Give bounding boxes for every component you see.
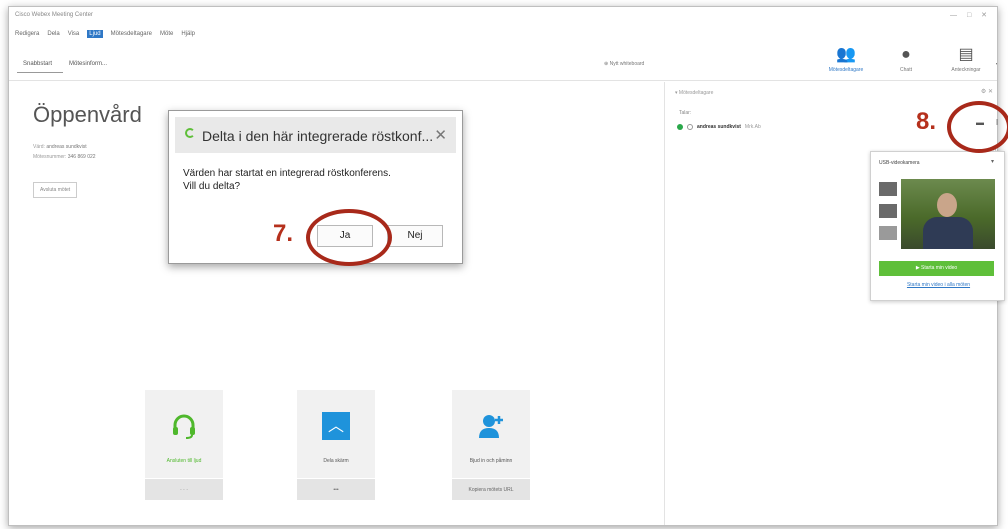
participants-panel-title: ▾ Mötesdeltagare [675,90,714,96]
person-body [923,217,973,249]
participant-row[interactable]: andreas sundkvist Mrk.Ab [677,124,761,130]
participant-name: andreas sundkvist [697,124,741,130]
toolbar-notes-label: Anteckningar [951,67,981,73]
audio-options[interactable]: · · · [145,478,223,500]
start-my-video-button[interactable]: ▶ Starta min video [879,261,994,276]
video-thumbnail [879,204,897,218]
participant-suffix: Mrk.Ab [744,124,761,130]
annotation-ring-camera [947,101,1008,153]
tab-motesinfo[interactable]: Mötesinform... [69,61,107,67]
video-thumbnail [879,182,897,196]
participants-icon: 👥 [836,46,856,63]
invite-card[interactable]: Bjud in och påminn Kopiera mötets URL [452,390,530,500]
new-whiteboard-label: Nytt whiteboard [609,61,645,67]
loading-spinner-icon [185,128,195,138]
copy-url-link[interactable]: Kopiera mötets URL [452,478,530,500]
dialog-header: Delta i den här integrerade röstkonf... … [175,117,456,153]
end-meeting-button[interactable]: Avsluta mötet [33,182,78,198]
close-icon[interactable]: ✕ [434,126,447,144]
menu-item-ljud[interactable]: Ljud [87,30,103,38]
dialog-message-line2: Vill du delta? [183,181,241,192]
audio-connected-card[interactable]: Ansluten till ljud · · · [145,390,223,500]
notes-icon: ▤ [958,46,974,63]
chevron-down-icon[interactable]: ▾ [991,158,994,165]
menu-item-visa[interactable]: Visa [68,31,80,37]
participants-panel-title-text: Mötesdeltagare [678,90,714,96]
menu-item-hjalp[interactable]: Hjälp [181,31,195,37]
window-title: Cisco Webex Meeting Center [15,12,93,18]
meeting-title: Öppenvård [33,102,142,127]
annotation-step-7: 7. [273,220,294,247]
dialog-message: Värden har startat en integrerad röstkon… [183,167,391,193]
no-button[interactable]: Nej [387,225,443,247]
meeting-info: Värd: andreas sundkvist Mötesnummer: 346… [33,142,96,162]
active-tab-underline [17,72,63,73]
toolbar-notes-button[interactable]: ▤ Anteckningar [941,46,991,74]
dialog-title: Delta i den här integrerade röstkonf... [202,128,434,144]
audio-status-icon [677,124,683,130]
menu-item-mote[interactable]: Möte [160,31,173,37]
start-my-video-label: Starta min video [921,265,958,271]
menu-item-dela[interactable]: Dela [47,31,59,37]
panel-controls[interactable]: ⚙ ✕ [981,88,993,95]
toolbar-participants-label: Mötesdeltagare [828,67,864,73]
audio-connected-label: Ansluten till ljud [166,458,202,464]
participants-panel: ▾ Mötesdeltagare ⚙ ✕ Talar: andreas sund… [664,82,997,525]
dialog-message-line1: Värden har startat en integrerad röstkon… [183,168,391,179]
share-screen-icon: ︿ [322,412,350,440]
video-popup-title: USB-videokamera [879,160,920,166]
chat-icon: ● [901,46,911,63]
toolbar-chat-label: Chatt [900,67,912,73]
toolbar-chat-button[interactable]: ● Chatt [881,46,931,74]
menu-item-redigera[interactable]: Redigera [15,31,39,37]
tab-snabbstart[interactable]: Snabbstart [23,61,52,67]
avatar [687,124,693,130]
invite-label: Bjud in och påminn [469,458,513,464]
toolbar-more-chevron-icon[interactable]: ▾ [996,61,997,68]
meeting-number-label: Mötesnummer: [33,154,67,160]
host-label: Värd: [33,144,45,150]
add-user-icon [479,415,503,438]
headset-icon [173,414,195,439]
meeting-number: 346 869 022 [67,154,96,160]
annotation-step-8: 8. [916,108,937,135]
menu-bar: Redigera Dela Visa Ljud Mötesdeltagare M… [9,25,997,43]
video-preview-popup: USB-videokamera ▾ ▶ Starta min video Sta… [870,151,1005,301]
share-options[interactable]: ••• [297,478,375,500]
share-screen-card[interactable]: ︿ Dela skärm ••• [297,390,375,500]
annotation-ring-yes [306,209,392,266]
video-thumbnail [879,226,897,240]
start-video-all-meetings-link[interactable]: Starta min video i alla möten [871,282,1006,288]
host-name: andreas sundkvist [46,144,87,150]
speaking-section-label: Talar: [679,110,692,116]
menu-item-motesdeltagare[interactable]: Mötesdeltagare [111,31,152,37]
new-whiteboard-button[interactable]: ⊕ Nytt whiteboard [604,61,644,67]
share-screen-label: Dela skärm [323,458,349,464]
webcam-preview-image [901,179,995,249]
toolbar-participants-button[interactable]: 👥 Mötesdeltagare [821,46,871,74]
person-head [937,193,957,217]
window-controls[interactable]: — □ ✕ [950,11,991,19]
